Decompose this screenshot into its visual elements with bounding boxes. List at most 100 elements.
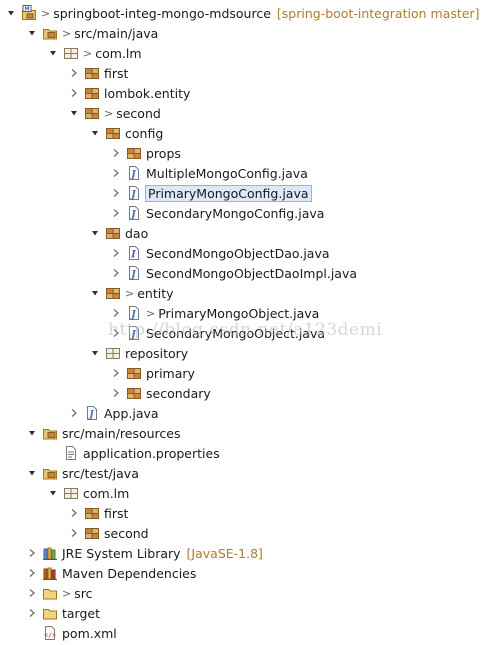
expand-arrow-icon[interactable] bbox=[88, 226, 102, 240]
tree-row[interactable]: application.properties bbox=[0, 443, 484, 463]
tree-row-label: springboot-integ-mongo-mdsource bbox=[53, 5, 271, 21]
svg-text:I: I bbox=[130, 250, 136, 261]
package-icon bbox=[84, 105, 100, 121]
expand-arrow-icon[interactable] bbox=[88, 346, 102, 360]
tree-row[interactable]: first bbox=[0, 63, 484, 83]
collapse-arrow-icon[interactable] bbox=[109, 326, 123, 340]
tree-row[interactable]: secondary bbox=[0, 383, 484, 403]
collapse-arrow-icon[interactable] bbox=[109, 166, 123, 180]
collapse-arrow-icon[interactable] bbox=[67, 86, 81, 100]
collapse-arrow-icon[interactable] bbox=[25, 566, 39, 580]
collapse-arrow-icon[interactable] bbox=[67, 526, 81, 540]
expand-arrow-icon[interactable] bbox=[25, 26, 39, 40]
java-file-icon: J bbox=[126, 325, 142, 341]
tree-row[interactable]: J PrimaryMongoConfig.java bbox=[0, 183, 484, 203]
tree-row[interactable]: props bbox=[0, 143, 484, 163]
tree-row[interactable]: com.lm bbox=[0, 483, 484, 503]
collapse-arrow-icon[interactable] bbox=[67, 506, 81, 520]
tree-row[interactable]: lombok.entity bbox=[0, 83, 484, 103]
collapse-arrow-icon[interactable] bbox=[109, 266, 123, 280]
package-icon bbox=[105, 225, 121, 241]
tree-row[interactable]: JRE System Library [JavaSE-1.8] bbox=[0, 543, 484, 563]
tree-row-label: target bbox=[62, 605, 101, 621]
tree-row[interactable]: dao bbox=[0, 223, 484, 243]
tree-row[interactable]: J MultipleMongoConfig.java bbox=[0, 163, 484, 183]
tree-row-label: SecondaryMongoConfig.java bbox=[146, 205, 325, 221]
collapse-arrow-icon[interactable] bbox=[109, 246, 123, 260]
tree-row-label: application.properties bbox=[83, 445, 220, 461]
tree-row[interactable]: config bbox=[0, 123, 484, 143]
tree-row[interactable]: J App.java bbox=[0, 403, 484, 423]
tree-row-label: repository bbox=[125, 345, 189, 361]
tree-row[interactable]: primary bbox=[0, 363, 484, 383]
tree-row-label: SecondMongoObjectDao.java bbox=[146, 245, 330, 261]
collapse-arrow-icon[interactable] bbox=[109, 366, 123, 380]
collapse-arrow-icon[interactable] bbox=[109, 386, 123, 400]
dirty-marker: > bbox=[41, 6, 51, 20]
tree-row-label: MultipleMongoConfig.java bbox=[146, 165, 308, 181]
collapse-arrow-icon[interactable] bbox=[25, 546, 39, 560]
package-icon bbox=[105, 125, 121, 141]
collapse-arrow-icon[interactable] bbox=[109, 146, 123, 160]
tree-row[interactable]: I SecondMongoObjectDao.java bbox=[0, 243, 484, 263]
tree-row[interactable]: </> pom.xml bbox=[0, 623, 484, 643]
library-icon bbox=[42, 545, 58, 561]
dirty-marker: > bbox=[146, 306, 156, 320]
java-file-icon: J bbox=[126, 165, 142, 181]
tree-row[interactable]: second bbox=[0, 523, 484, 543]
tree-row[interactable]: J SecondaryMongoObject.java bbox=[0, 323, 484, 343]
tree-row-label: SecondaryMongoObject.java bbox=[146, 325, 326, 341]
tree-row[interactable]: repository bbox=[0, 343, 484, 363]
xml-file-icon: </> bbox=[42, 625, 58, 641]
package-icon bbox=[84, 85, 100, 101]
package-icon bbox=[126, 365, 142, 381]
tree-row[interactable]: J > PrimaryMongoObject.java bbox=[0, 303, 484, 323]
tree-row-label: src bbox=[74, 585, 93, 601]
expand-arrow-icon[interactable] bbox=[88, 126, 102, 140]
expand-arrow-icon[interactable] bbox=[88, 286, 102, 300]
collapse-arrow-icon[interactable] bbox=[25, 606, 39, 620]
tree-row[interactable]: M > springboot-integ-mongo-mdsource [spring… bbox=[0, 3, 484, 23]
expand-arrow-icon[interactable] bbox=[4, 6, 18, 20]
tree-row-label: first bbox=[104, 65, 129, 81]
collapse-arrow-icon[interactable] bbox=[25, 586, 39, 600]
tree-row[interactable]: J SecondaryMongoConfig.java bbox=[0, 203, 484, 223]
java-file-icon: J bbox=[84, 405, 100, 421]
tree-row-label: SecondMongoObjectDaoImpl.java bbox=[146, 265, 358, 281]
tree-row[interactable]: src/test/java bbox=[0, 463, 484, 483]
tree-row-label: lombok.entity bbox=[104, 85, 191, 101]
tree-row[interactable]: Maven Dependencies bbox=[0, 563, 484, 583]
tree-row[interactable]: > src/main/java bbox=[0, 23, 484, 43]
expand-arrow-icon[interactable] bbox=[46, 46, 60, 60]
tree-row[interactable]: first bbox=[0, 503, 484, 523]
tree-row[interactable]: > entity bbox=[0, 283, 484, 303]
expand-arrow-icon[interactable] bbox=[67, 106, 81, 120]
package-icon bbox=[126, 145, 142, 161]
package-empty-icon bbox=[105, 345, 121, 361]
collapse-arrow-icon[interactable] bbox=[109, 206, 123, 220]
tree-row[interactable]: > second bbox=[0, 103, 484, 123]
tree-row-label: Maven Dependencies bbox=[62, 565, 197, 581]
source-folder-icon bbox=[42, 25, 58, 41]
package-icon bbox=[84, 505, 100, 521]
tree-row-label: App.java bbox=[104, 405, 159, 421]
tree-row[interactable]: > com.lm bbox=[0, 43, 484, 63]
dirty-marker: > bbox=[125, 286, 135, 300]
tree-row[interactable]: src/main/resources bbox=[0, 423, 484, 443]
expand-arrow-icon[interactable] bbox=[25, 426, 39, 440]
java-file-icon: J bbox=[126, 205, 142, 221]
collapse-arrow-icon[interactable] bbox=[109, 186, 123, 200]
expand-arrow-icon[interactable] bbox=[25, 466, 39, 480]
dirty-marker: > bbox=[83, 46, 93, 60]
dirty-marker: > bbox=[62, 586, 72, 600]
collapse-arrow-icon[interactable] bbox=[67, 66, 81, 80]
package-empty-icon bbox=[63, 485, 79, 501]
collapse-arrow-icon[interactable] bbox=[67, 406, 81, 420]
tree-row[interactable]: > src bbox=[0, 583, 484, 603]
collapse-arrow-icon[interactable] bbox=[109, 306, 123, 320]
expand-arrow-icon[interactable] bbox=[46, 486, 60, 500]
tree-row[interactable]: J SecondMongoObjectDaoImpl.java bbox=[0, 263, 484, 283]
source-folder-icon bbox=[42, 425, 58, 441]
tree-row[interactable]: target bbox=[0, 603, 484, 623]
